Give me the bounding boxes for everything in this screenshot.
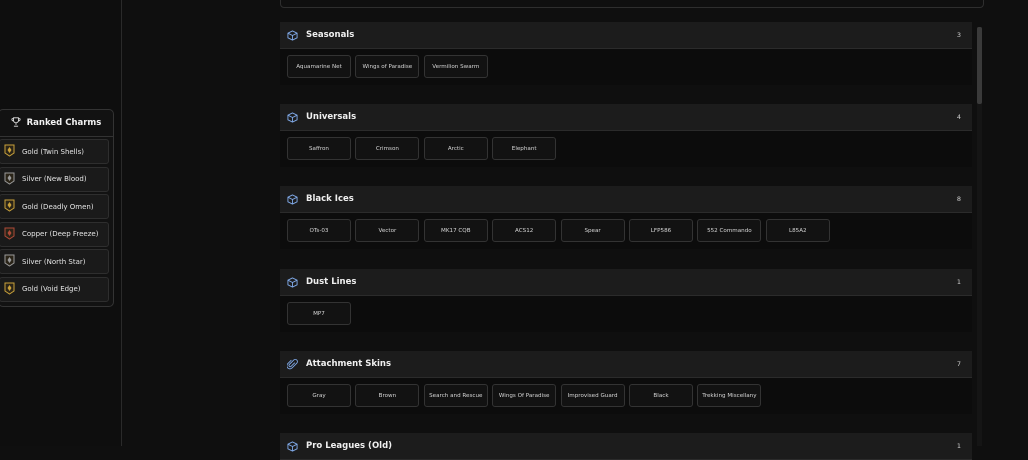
cube-icon — [287, 440, 298, 452]
section-title: Dust Lines — [306, 277, 357, 287]
item-chip[interactable]: LFP586 — [629, 219, 693, 242]
section-universals: Universals 4 Saffron Crimson Arctic Elephant — [280, 104, 972, 167]
section-count: 8 — [956, 195, 961, 203]
charm-badge-icon — [4, 252, 15, 271]
section-header[interactable]: Universals 4 — [280, 104, 972, 131]
section-count: 4 — [956, 113, 961, 121]
item-chip[interactable]: Elephant — [492, 137, 557, 160]
item-chip[interactable]: Wings Of Paradise — [492, 384, 557, 407]
section-attachment-skins: Attachment Skins 7 Gray Brown Search and Res… — [280, 351, 972, 414]
ranked-charm-label: Gold (Twin Shells) — [22, 147, 84, 156]
ranked-charm-label: Silver (North Star) — [22, 257, 86, 266]
section-title: Universals — [306, 112, 357, 122]
item-chip[interactable]: Wings of Paradise — [355, 55, 420, 78]
ranked-charms-panel: Ranked Charms Gold (Twin Shells) Silver (… — [0, 109, 114, 307]
ranked-charms-title: Ranked Charms — [26, 118, 102, 128]
cube-icon — [287, 276, 298, 288]
section-title: Attachment Skins — [306, 359, 392, 369]
section-dust-lines: Dust Lines 1 MP7 — [280, 269, 972, 332]
section-header[interactable]: Pro Leagues (Old) 1 — [280, 433, 972, 460]
ranked-charm-item[interactable]: Gold (Deadly Omen) — [0, 194, 109, 219]
cube-icon — [287, 29, 298, 41]
charm-badge-icon — [4, 197, 15, 216]
cube-icon — [287, 111, 298, 123]
scrollbar-thumb[interactable] — [977, 27, 982, 104]
paperclip-icon — [287, 358, 298, 370]
item-chip[interactable]: Arctic — [423, 137, 488, 160]
ranked-charm-item[interactable]: Copper (Deep Freeze) — [0, 221, 109, 247]
section-count: 1 — [956, 278, 961, 286]
ranked-charm-item[interactable]: Gold (Void Edge) — [0, 276, 109, 302]
charm-badge-icon — [4, 280, 15, 299]
item-chip[interactable]: Spear — [560, 219, 625, 242]
section-header[interactable]: Attachment Skins 7 — [280, 351, 972, 378]
charm-badge-icon — [4, 142, 15, 161]
item-chip[interactable]: Brown — [355, 384, 420, 407]
item-chip[interactable]: MP7 — [287, 302, 351, 325]
item-chip[interactable]: ACS12 — [492, 219, 557, 242]
item-chip[interactable]: 552 Commando — [697, 219, 762, 242]
ranked-charm-label: Copper (Deep Freeze) — [22, 230, 99, 238]
item-chip[interactable]: Improvised Guard — [560, 384, 625, 407]
item-chip[interactable]: MK17 CQB — [423, 219, 488, 242]
section-items: OTs-03 Vector MK17 CQB ACS12 Spear LFP586 552 … — [280, 213, 972, 249]
item-chip[interactable]: OTs-03 — [287, 219, 351, 242]
section-items: Aquamarine Net Wings of Paradise Vermilion… — [280, 49, 972, 85]
section-items: Gray Brown Search and Rescue Wings Of Parad… — [280, 378, 972, 414]
ranked-charm-item[interactable]: Silver (North Star) — [0, 249, 109, 274]
item-chip[interactable]: Gray — [287, 384, 351, 407]
item-chip[interactable]: L85A2 — [765, 219, 830, 242]
section-count: 3 — [956, 31, 961, 39]
section-black-ices: Black Ices 8 OTs-03 Vector MK17 CQB ACS12 Spea… — [280, 186, 972, 249]
ranked-charm-label: Gold (Void Edge) — [22, 285, 81, 293]
section-title: Seasonals — [306, 30, 355, 40]
section-title: Black Ices — [306, 194, 354, 204]
section-items: Saffron Crimson Arctic Elephant — [280, 131, 972, 167]
item-chip[interactable]: Search and Rescue — [423, 384, 488, 407]
ranked-charms-header: Ranked Charms — [0, 110, 113, 137]
item-chip[interactable]: Aquamarine Net — [287, 55, 351, 78]
item-chip[interactable]: Saffron — [287, 137, 351, 160]
section-items: MP7 — [280, 296, 972, 332]
main-content: Seasonals 3 Aquamarine Net Wings of Paradis… — [280, 0, 984, 460]
ranked-charm-label: Gold (Deadly Omen) — [22, 202, 94, 211]
section-header[interactable]: Seasonals 3 — [280, 22, 972, 49]
item-chip[interactable]: Trekking Miscellany — [697, 384, 762, 407]
section-title: Pro Leagues (Old) — [306, 441, 393, 451]
item-chip[interactable]: Vector — [355, 219, 420, 242]
item-chip[interactable]: Black — [629, 384, 693, 407]
section-pro-leagues-old: Pro Leagues (Old) 1 — [280, 433, 972, 460]
section-header[interactable]: Dust Lines 1 — [280, 269, 972, 296]
ranked-charm-item[interactable]: Silver (New Blood) — [0, 166, 109, 192]
ranked-charm-item[interactable]: Gold (Twin Shells) — [0, 139, 109, 164]
charm-badge-icon — [4, 225, 15, 244]
item-chip[interactable]: Vermilion Swarm — [423, 55, 488, 78]
item-chip[interactable]: Crimson — [355, 137, 420, 160]
section-count: 7 — [956, 360, 961, 368]
section-seasonals: Seasonals 3 Aquamarine Net Wings of Paradis… — [280, 22, 972, 85]
section-count: 1 — [956, 442, 961, 450]
top-panel-edge — [280, 0, 984, 8]
trophy-icon — [11, 116, 21, 130]
cube-icon — [287, 193, 298, 205]
ranked-charm-label: Silver (New Blood) — [22, 175, 87, 183]
section-header[interactable]: Black Ices 8 — [280, 186, 972, 213]
charm-badge-icon — [4, 170, 15, 189]
